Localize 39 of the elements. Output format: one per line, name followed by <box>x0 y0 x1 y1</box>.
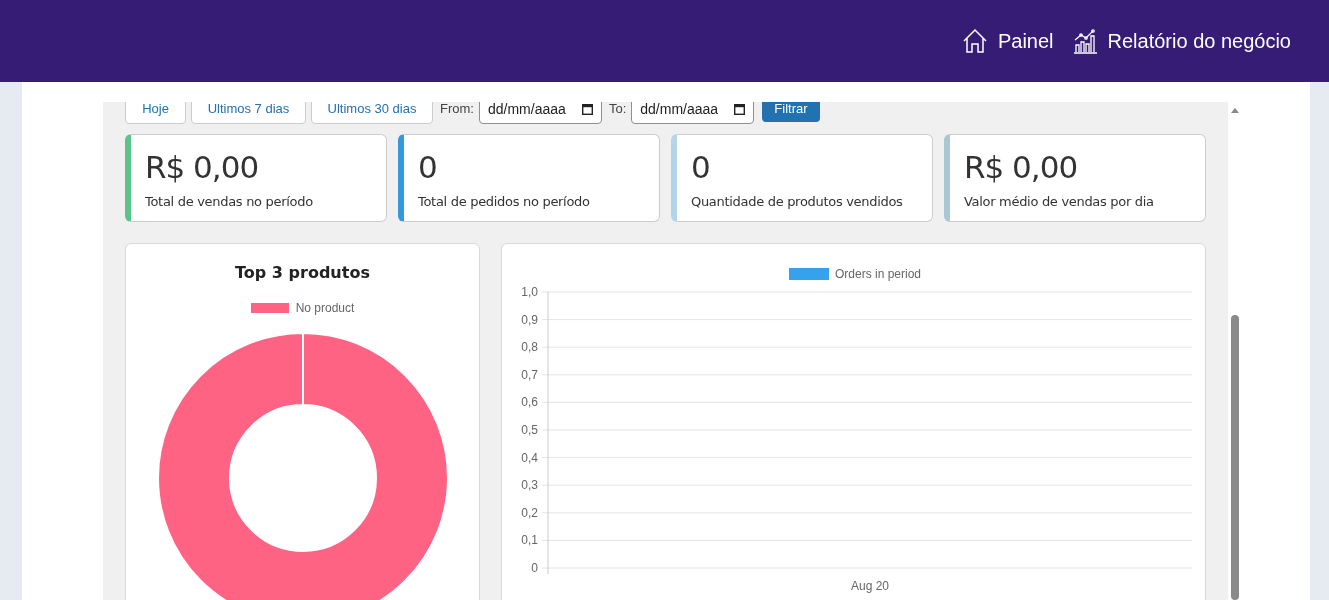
calendar-icon[interactable] <box>734 104 746 115</box>
axis-label: 0,1 <box>521 533 538 548</box>
axis-label: 0,7 <box>521 367 538 382</box>
axis-label: 0,8 <box>521 340 538 355</box>
axis-label: 0 <box>531 561 538 575</box>
stat-label: Total de vendas no período <box>145 193 314 211</box>
filter-button[interactable]: Ultimos 7 dias <box>191 102 306 124</box>
filter-button[interactable]: Ultimos 30 dias <box>311 102 433 124</box>
date-field[interactable]: dd/mm/aaaa <box>478 102 602 124</box>
stat-value: R$ 0,00 <box>145 148 260 187</box>
chart-title: Top 3 produtos <box>235 262 370 284</box>
legend-label: Orders in period <box>835 267 922 281</box>
field-label: From: <box>440 102 474 119</box>
stat-value: 0 <box>418 148 438 187</box>
scroll-up-icon[interactable] <box>1231 107 1239 113</box>
chart-icon <box>1071 28 1098 54</box>
filter-button[interactable]: Hoje <box>125 102 186 124</box>
filter-button[interactable]: Filtrar <box>762 102 820 122</box>
stat-value: 0 <box>691 148 711 187</box>
axis-label: 0,9 <box>521 312 538 327</box>
legend-label: No product <box>295 300 355 317</box>
stat-label: Total de pedidos no período <box>418 193 591 211</box>
nav-link[interactable]: Painel <box>961 26 1054 56</box>
stat-value: R$ 0,00 <box>964 148 1079 187</box>
stat-label: Valor médio de vendas por dia <box>964 193 1155 211</box>
home-icon <box>961 28 988 54</box>
axis-label: Aug 20 <box>851 579 889 593</box>
field-label: To: <box>608 102 627 119</box>
axis-label: 0,5 <box>521 423 538 437</box>
nav-link[interactable]: Relatório do negócio <box>1071 26 1291 56</box>
scrollbar-thumb[interactable] <box>1231 314 1239 600</box>
calendar-icon[interactable] <box>581 104 593 115</box>
axis-label: 0,4 <box>521 450 538 465</box>
axis-label: 1,0 <box>521 285 538 299</box>
axis-label: 0,3 <box>521 478 538 493</box>
date-field[interactable]: dd/mm/aaaa <box>631 102 755 124</box>
stat-label: Quantidade de produtos vendidos <box>691 193 904 211</box>
axis-label: 0,6 <box>521 395 538 410</box>
axis-label: 0,2 <box>521 505 538 520</box>
